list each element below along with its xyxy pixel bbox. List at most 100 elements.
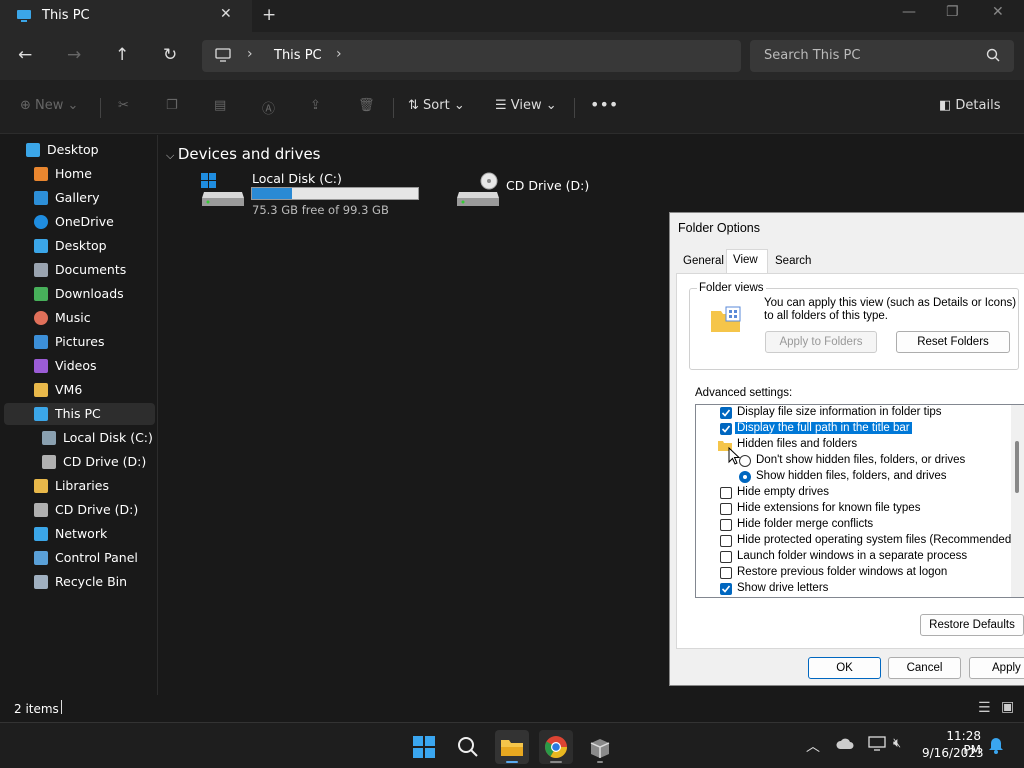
chevron-right-icon[interactable]: › [336, 46, 342, 62]
apply-button[interactable]: Apply [969, 657, 1024, 679]
divider [100, 98, 101, 118]
ok-button[interactable]: OK [808, 657, 881, 679]
reset-folders-button[interactable]: Reset Folders [896, 331, 1010, 353]
chevron-up-icon[interactable]: ︿ [806, 736, 820, 756]
computer-icon [215, 48, 231, 66]
sidebar-item-cd-drive-root[interactable]: CD Drive (D:) [4, 499, 155, 521]
sidebar-item-gallery[interactable]: Gallery [4, 187, 155, 209]
this-pc-icon [34, 407, 48, 421]
search-taskbar-button[interactable] [451, 730, 485, 764]
cancel-button[interactable]: Cancel [888, 657, 961, 679]
checkbox[interactable] [720, 567, 732, 579]
details-button[interactable]: ◧ Details [939, 98, 1001, 113]
sidebar-item-libraries[interactable]: Libraries [4, 475, 155, 497]
sidebar-item-desktop[interactable]: Desktop [4, 139, 155, 161]
sidebar-item-local-disk[interactable]: Local Disk (C:) [4, 427, 155, 449]
chevron-right-icon[interactable]: › [247, 46, 253, 62]
sort-button[interactable]: ⇅ Sort ⌄ [408, 98, 465, 113]
checkbox[interactable] [720, 487, 732, 499]
radio-checked[interactable] [739, 471, 751, 483]
group-header[interactable]: ⌵ Devices and drives [166, 145, 321, 163]
cd-drive-icon [34, 503, 48, 517]
checkbox[interactable] [720, 535, 732, 547]
back-icon[interactable]: ← [18, 45, 32, 65]
checkbox[interactable] [720, 519, 732, 531]
radio-unchecked[interactable] [739, 455, 751, 467]
view-button[interactable]: ☰ View ⌄ [495, 98, 557, 113]
setting-label: Hide folder merge conflicts [737, 518, 874, 530]
chevron-down-icon[interactable]: ⌵ [166, 149, 178, 162]
checkbox-checked[interactable] [720, 407, 732, 419]
file-explorer-taskbar-button[interactable] [495, 730, 529, 764]
new-button[interactable]: ⊕ New ⌄ [20, 98, 78, 113]
advanced-settings-label: Advanced settings: [695, 387, 793, 399]
scrollbar-thumb[interactable] [1015, 441, 1019, 493]
apply-to-folders-button[interactable]: Apply to Folders [765, 331, 877, 353]
cd-drive-icon [42, 455, 56, 469]
chrome-icon [539, 736, 573, 767]
sidebar-item-cd-drive[interactable]: CD Drive (D:) [4, 451, 155, 473]
recycle-bin-icon [34, 575, 48, 589]
tiles-view-icon[interactable]: ▣ [1001, 699, 1014, 715]
refresh-icon[interactable]: ↻ [163, 45, 177, 65]
tab-search[interactable]: Search [775, 255, 811, 275]
restore-defaults-button[interactable]: Restore Defaults [920, 614, 1024, 636]
close-tab-icon[interactable]: ✕ [220, 6, 232, 22]
app-taskbar-button[interactable] [583, 730, 617, 764]
share-icon[interactable]: ⇪ [310, 98, 321, 113]
minimize-icon[interactable]: — [902, 4, 916, 20]
close-window-icon[interactable]: ✕ [992, 4, 1004, 20]
advanced-settings-list[interactable]: Display file size information in folder … [695, 404, 1024, 598]
tab-general[interactable]: General [683, 255, 724, 275]
drive-free-space: 75.3 GB free of 99.3 GB [252, 203, 389, 217]
checkbox[interactable] [720, 503, 732, 515]
checkbox-checked[interactable] [720, 423, 732, 435]
sidebar-item-home[interactable]: Home [4, 163, 155, 185]
scrollbar[interactable] [1011, 405, 1024, 597]
monitor-tray-icon[interactable] [868, 736, 886, 755]
breadcrumb[interactable]: This PC [274, 48, 322, 63]
sort-label: Sort [423, 98, 450, 113]
tab-view[interactable]: View [726, 249, 768, 273]
search-input[interactable]: Search This PC [750, 40, 1014, 72]
sidebar-item-onedrive[interactable]: OneDrive [4, 211, 155, 233]
cut-icon[interactable]: ✂ [118, 98, 129, 113]
sidebar-item-videos[interactable]: Videos [4, 355, 155, 377]
address-bar[interactable]: › This PC › [202, 40, 741, 72]
sidebar-item-downloads[interactable]: Downloads [4, 283, 155, 305]
setting-label: Hide empty drives [737, 486, 830, 498]
onedrive-tray-icon[interactable] [836, 737, 854, 754]
checkbox-checked[interactable] [720, 583, 732, 595]
checkbox[interactable] [720, 551, 732, 563]
delete-icon[interactable]: 🗑 [358, 98, 375, 113]
sidebar-item-desktop-pinned[interactable]: Desktop [4, 235, 155, 257]
notification-bell-icon[interactable] [988, 736, 1004, 757]
drive-usage-fill [252, 188, 293, 199]
sidebar-item-vm6[interactable]: VM6 [4, 379, 155, 401]
more-options-icon[interactable]: ••• [590, 95, 618, 114]
sidebar-item-label: This PC [55, 406, 101, 421]
restore-icon[interactable]: ❐ [946, 4, 959, 20]
rename-icon[interactable]: Ⓐ [262, 98, 275, 117]
sidebar-item-pictures[interactable]: Pictures [4, 331, 155, 353]
volume-muted-icon[interactable]: 🔇︎ [893, 736, 901, 751]
sidebar-item-label: Home [55, 166, 92, 181]
copy-icon[interactable]: ❐ [166, 98, 178, 113]
sidebar-item-network[interactable]: Network [4, 523, 155, 545]
tab-this-pc[interactable]: This PC ✕ [0, 0, 252, 32]
sidebar-item-this-pc[interactable]: This PC [4, 403, 155, 425]
new-tab-icon[interactable]: + [262, 5, 276, 25]
sidebar-item-music[interactable]: Music [4, 307, 155, 329]
chrome-taskbar-button[interactable] [539, 730, 573, 764]
start-button[interactable] [407, 730, 441, 764]
forward-icon[interactable]: → [67, 45, 81, 65]
clock-date[interactable]: 9/16/2023 [922, 746, 984, 760]
details-view-icon[interactable]: ☰ [978, 700, 991, 716]
command-bar: ⊕ New ⌄ ✂ ❐ ▤ Ⓐ ⇪ 🗑 ⇅ Sort ⌄ ☰ View ⌄ ••… [0, 80, 1024, 134]
sidebar-item-control-panel[interactable]: Control Panel [4, 547, 155, 569]
sidebar-item-recycle-bin[interactable]: Recycle Bin [4, 571, 155, 593]
sidebar-item-documents[interactable]: Documents [4, 259, 155, 281]
up-icon[interactable]: ↑ [115, 45, 129, 65]
paste-icon[interactable]: ▤ [214, 98, 226, 113]
sidebar-item-label: CD Drive (D:) [55, 502, 139, 517]
